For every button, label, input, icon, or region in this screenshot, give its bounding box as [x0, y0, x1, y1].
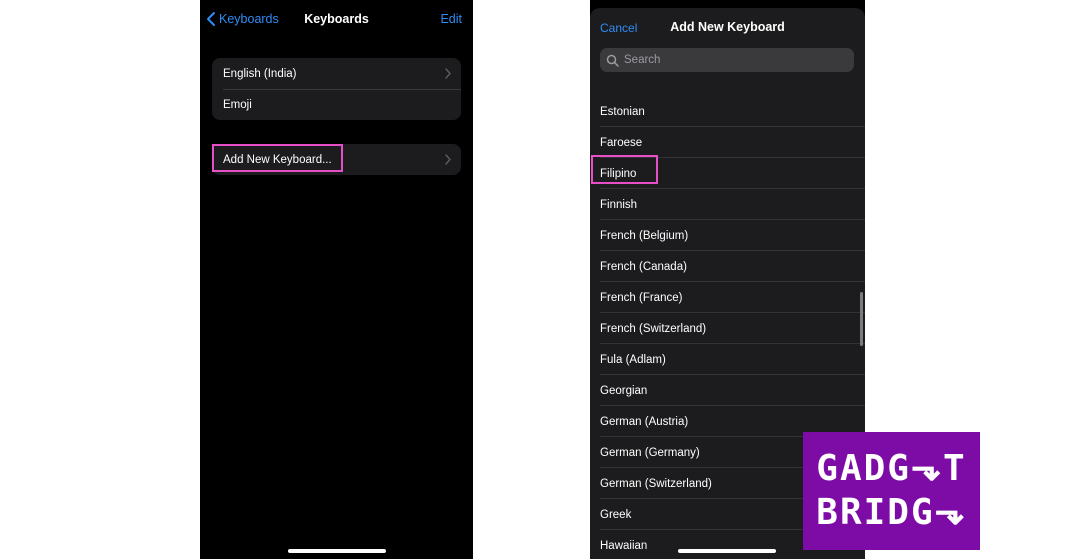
language-label: German (Germany): [600, 446, 700, 459]
add-new-keyboard-label: Add New Keyboard...: [223, 153, 332, 166]
language-item-faroese[interactable]: Faroese: [590, 127, 865, 158]
home-indicator[interactable]: [288, 549, 386, 553]
keyboard-row-emoji[interactable]: Emoji: [212, 89, 461, 120]
keyboard-label: Emoji: [223, 98, 252, 111]
page-title: Keyboards: [304, 12, 369, 26]
language-item-french-canada[interactable]: French (Canada): [590, 251, 865, 282]
keyboard-label: English (India): [223, 67, 297, 80]
add-keyboard-group: Add New Keyboard...: [212, 144, 461, 175]
language-label: Finnish: [600, 198, 638, 211]
language-label: Fula (Adlam): [600, 353, 666, 366]
search-bar[interactable]: [600, 48, 854, 72]
logo-text-line-2: BRIDG⬎: [816, 492, 967, 533]
language-item-french-belgium[interactable]: French (Belgium): [590, 220, 865, 251]
language-label: German (Switzerland): [600, 477, 712, 490]
language-label: Hawaiian: [600, 539, 648, 552]
language-label: Greek: [600, 508, 632, 521]
navigation-bar: Keyboards Keyboards Edit: [200, 0, 473, 40]
language-item-estonian[interactable]: Estonian: [590, 96, 865, 127]
language-label: Georgian: [600, 384, 648, 397]
home-indicator[interactable]: [678, 549, 776, 553]
gadget-bridge-logo: GADG⬎T BRIDG⬎: [803, 432, 980, 550]
language-item-finnish[interactable]: Finnish: [590, 189, 865, 220]
language-item-french-switzerland[interactable]: French (Switzerland): [590, 313, 865, 344]
language-item-filipino[interactable]: Filipino: [590, 158, 865, 189]
language-label: Estonian: [600, 105, 645, 118]
search-input[interactable]: [624, 54, 824, 66]
chevron-right-icon: [445, 68, 451, 79]
language-label: Faroese: [600, 136, 643, 149]
list-item-partial: [590, 88, 865, 96]
language-label: French (Switzerland): [600, 322, 707, 335]
scrollbar[interactable]: [860, 292, 863, 346]
language-item-georgian[interactable]: Georgian: [590, 375, 865, 406]
keyboard-row-english-india[interactable]: English (India): [212, 58, 461, 89]
language-item-fula-adlam[interactable]: Fula (Adlam): [590, 344, 865, 375]
search-icon: [606, 54, 619, 67]
chevron-right-icon: [445, 154, 451, 165]
add-new-keyboard-button[interactable]: Add New Keyboard...: [212, 144, 461, 175]
keyboards-screen: Keyboards Keyboards Edit English (India)…: [200, 0, 473, 559]
keyboard-list: English (India) Emoji: [212, 58, 461, 120]
language-item-french-france[interactable]: French (France): [590, 282, 865, 313]
logo-text-line-1: GADG⬎T: [816, 448, 967, 489]
language-label: French (France): [600, 291, 683, 304]
sheet-title: Add New Keyboard: [670, 20, 785, 34]
edit-button[interactable]: Edit: [440, 12, 462, 26]
language-label: French (Belgium): [600, 229, 689, 242]
language-label: Filipino: [600, 167, 637, 180]
language-label: French (Canada): [600, 260, 687, 273]
language-label: German (Austria): [600, 415, 689, 428]
